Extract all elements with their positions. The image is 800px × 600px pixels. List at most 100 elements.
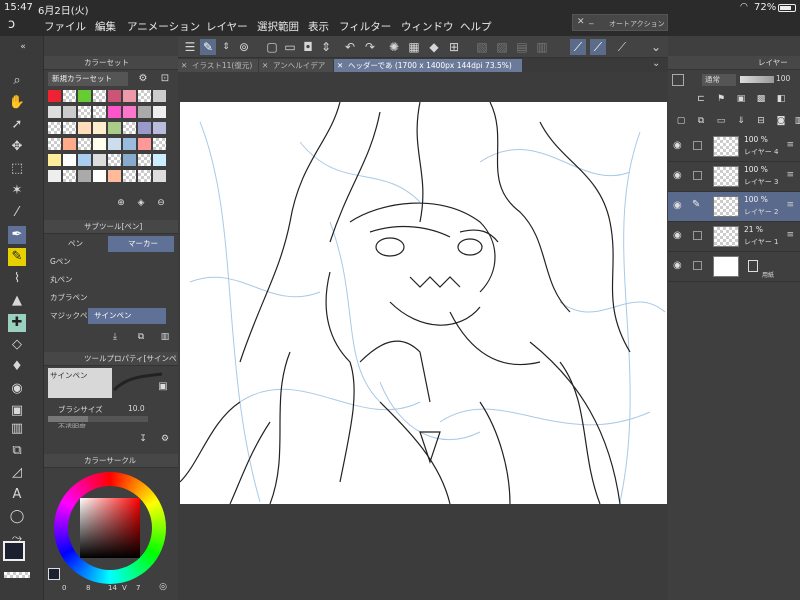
grid-snap-icon[interactable]: ⟋: [614, 39, 630, 55]
menu-layer[interactable]: レイヤー: [206, 19, 248, 34]
color-swatch[interactable]: [138, 122, 151, 134]
menu-animation[interactable]: アニメーション: [127, 19, 200, 34]
brush-tool-icon[interactable]: ⌇: [8, 270, 26, 288]
layer-opacity-slider[interactable]: [740, 76, 774, 83]
property-reset-icon[interactable]: ↧: [136, 432, 150, 446]
color-swatch[interactable]: [93, 106, 106, 118]
clear-outside-icon[interactable]: ▦: [406, 39, 422, 55]
color-swatch[interactable]: [78, 106, 91, 118]
tab-close-icon[interactable]: ✕: [337, 59, 343, 72]
zoom-tool-icon[interactable]: ⌕: [8, 72, 26, 90]
redo-icon[interactable]: ↷: [362, 39, 378, 55]
eye-icon[interactable]: ◉: [673, 230, 682, 241]
color-wheel-header[interactable]: カラーサークル: [44, 454, 178, 468]
color-set-selector[interactable]: 新規カラーセット: [48, 72, 128, 86]
current-color-mini[interactable]: [48, 568, 60, 580]
color-swatch[interactable]: [108, 122, 121, 134]
layer-row[interactable]: ◉ 100 % レイヤー 3 ≡: [668, 162, 800, 192]
hand-tool-icon[interactable]: ✋: [8, 94, 26, 112]
operation-tool-icon[interactable]: ➚: [8, 116, 26, 134]
eye-icon[interactable]: ◉: [673, 260, 682, 271]
color-picker-icon[interactable]: ◎: [156, 580, 170, 594]
subtool-download-icon[interactable]: ⤓: [108, 330, 122, 344]
delete-color-icon[interactable]: ⊖: [154, 196, 168, 210]
color-swatch[interactable]: [63, 154, 76, 166]
color-swatch[interactable]: [48, 170, 61, 182]
color-swatch[interactable]: [78, 138, 91, 150]
ruler-snap-icon[interactable]: ⟋: [570, 39, 586, 55]
close-icon[interactable]: ✕: [577, 17, 585, 27]
brush-size-value[interactable]: 10.0: [128, 404, 145, 413]
lock-layer-icon[interactable]: ▣: [734, 92, 748, 106]
figure-tool-icon[interactable]: ▥: [8, 420, 26, 438]
deselect-icon[interactable]: ▧: [474, 39, 490, 55]
collapse-left-icon[interactable]: «: [14, 38, 32, 56]
lock-icon[interactable]: ▣: [156, 380, 170, 394]
color-swatch[interactable]: [153, 138, 166, 150]
decoration-tool-icon[interactable]: ✚: [8, 314, 26, 332]
property-settings-icon[interactable]: ⚙: [158, 432, 172, 446]
color-swatch[interactable]: [138, 154, 151, 166]
tabs-chevron-icon[interactable]: ⌄: [652, 58, 660, 69]
invert-selection-icon[interactable]: ▨: [494, 39, 510, 55]
eye-icon[interactable]: ◉: [673, 140, 682, 151]
special-ruler-snap-icon[interactable]: ⟋: [590, 39, 606, 55]
menu-edit[interactable]: 編集: [95, 19, 116, 34]
new-raster-layer-icon[interactable]: ▢: [674, 114, 688, 128]
ruler-tool-icon[interactable]: ◿: [8, 464, 26, 482]
color-swatch-grid[interactable]: [48, 90, 172, 190]
color-swatch[interactable]: [153, 122, 166, 134]
color-set-header[interactable]: カラーセット: [44, 56, 178, 70]
minimize-icon[interactable]: _: [589, 15, 594, 25]
pencil-tool-icon[interactable]: ✎: [8, 248, 26, 266]
lock-transparent-icon[interactable]: ▩: [754, 92, 768, 106]
layer-panel-header[interactable]: レイヤー: [668, 56, 800, 70]
tab-angel-idea[interactable]: ✕ アンヘルイデア: [259, 59, 333, 72]
color-swatch[interactable]: [48, 138, 61, 150]
layer-row-selected[interactable]: ◉ ✎ 100 % レイヤー 2 ≡: [668, 192, 800, 222]
color-swatch[interactable]: [138, 106, 151, 118]
drawing-canvas[interactable]: [179, 101, 667, 505]
airbrush-tool-icon[interactable]: ▲: [8, 292, 26, 310]
color-swatch[interactable]: [78, 154, 91, 166]
color-swatch[interactable]: [153, 106, 166, 118]
color-swatch[interactable]: [48, 154, 61, 166]
gradient-tool-icon[interactable]: ▣: [8, 402, 26, 420]
layer-row[interactable]: ◉ 100 % レイヤー 4 ≡: [668, 132, 800, 162]
eye-icon[interactable]: ◉: [673, 170, 682, 181]
color-swatch[interactable]: [123, 122, 136, 134]
eye-icon[interactable]: ◉: [673, 200, 682, 211]
color-swatch[interactable]: [123, 138, 136, 150]
create-mask-icon[interactable]: ◙: [774, 114, 788, 128]
color-swatch[interactable]: [108, 90, 121, 102]
color-swatch[interactable]: [123, 154, 136, 166]
hamburger-menu-icon[interactable]: ☰: [182, 39, 198, 55]
merge-down-icon[interactable]: ⊟: [754, 114, 768, 128]
brush-item-selected[interactable]: サインペン: [88, 308, 166, 324]
auto-action-palette[interactable]: ✕ _ オートアクション: [572, 14, 668, 31]
updown-icon[interactable]: ⇕: [218, 39, 234, 55]
chevron-down-icon[interactable]: ⌄: [648, 39, 664, 55]
frame-tool-icon[interactable]: ⧉: [8, 442, 26, 460]
color-set-menu-icon[interactable]: ⊡: [158, 72, 172, 86]
move-layer-tool-icon[interactable]: ✥: [8, 138, 26, 156]
subtool-copy-icon[interactable]: ⧉: [134, 330, 148, 344]
app-logo-icon[interactable]: ↄ: [8, 17, 15, 32]
open-folder-icon[interactable]: ▭: [282, 39, 298, 55]
balloon-tool-icon[interactable]: ◯: [8, 508, 26, 526]
main-color-swatch[interactable]: [3, 541, 25, 561]
tool-property-header[interactable]: ツールプロパティ[サインペン]: [44, 352, 178, 377]
brush-item[interactable]: Gペン: [50, 254, 172, 270]
layer-drag-handle-icon[interactable]: ≡: [786, 140, 794, 150]
color-swatch[interactable]: [48, 122, 61, 134]
color-swatch[interactable]: [78, 170, 91, 182]
color-swatch[interactable]: [108, 170, 121, 182]
layer-row[interactable]: ◉ 用紙: [668, 252, 800, 282]
text-tool-icon[interactable]: A: [8, 486, 26, 504]
layer-checkbox[interactable]: [693, 231, 702, 240]
color-swatch[interactable]: [153, 170, 166, 182]
saturation-value-square[interactable]: [80, 498, 140, 558]
layer-color-icon[interactable]: [672, 74, 684, 86]
subtool-delete-icon[interactable]: ▥: [158, 330, 172, 344]
tab-close-icon[interactable]: ✕: [262, 59, 268, 72]
